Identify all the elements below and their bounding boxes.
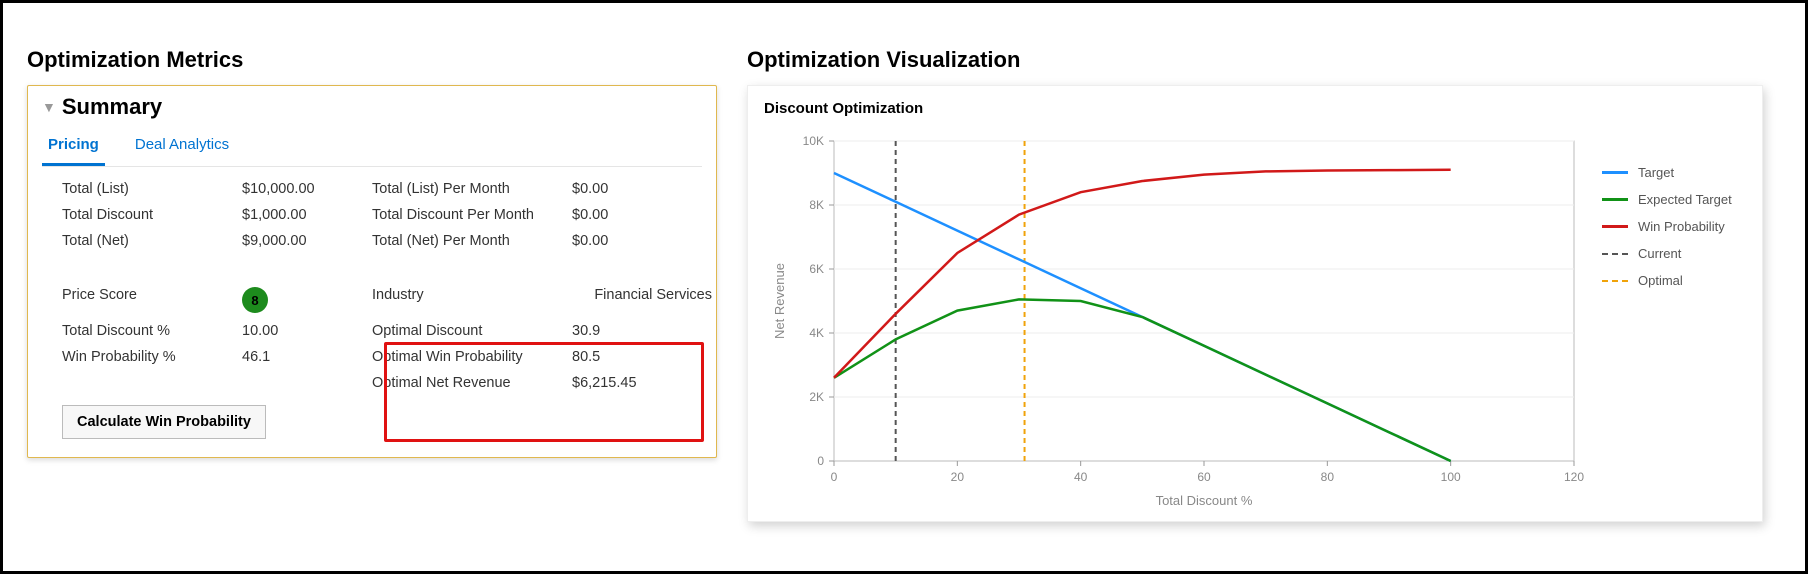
summary-card: ▼ Summary Pricing Deal Analytics Total (… <box>27 85 717 458</box>
legend-swatch-winprob <box>1602 225 1628 228</box>
svg-text:120: 120 <box>1564 470 1584 484</box>
legend-target: Target <box>1602 165 1732 180</box>
viz-panel-title: Optimization Visualization <box>747 47 1763 73</box>
total-list-pm-label: Total (List) Per Month <box>372 181 572 197</box>
metrics-panel-title: Optimization Metrics <box>27 47 717 73</box>
price-score-badge: 8 <box>242 287 268 313</box>
svg-text:0: 0 <box>831 470 838 484</box>
svg-text:Total Discount %: Total Discount % <box>1156 493 1253 508</box>
svg-text:Net Revenue: Net Revenue <box>772 263 787 339</box>
discount-optimization-chart: 0 2K 4K 6K 8K 10K 0 20 40 60 80 100 120 Total Discoun… <box>764 121 1584 511</box>
legend-swatch-target <box>1602 171 1628 174</box>
total-net-value: $9,000.00 <box>242 233 372 249</box>
svg-text:10K: 10K <box>803 134 824 148</box>
industry-value: Financial Services <box>572 287 712 313</box>
svg-text:20: 20 <box>951 470 965 484</box>
legend-optimal: Optimal <box>1602 273 1732 288</box>
win-prob-value: 46.1 <box>242 349 372 365</box>
svg-text:100: 100 <box>1441 470 1461 484</box>
viz-card: Discount Optimization 0 2K 4K 6K 8K 10K 0 20 40 6… <box>747 85 1763 522</box>
total-discount-pct-label: Total Discount % <box>62 323 242 339</box>
total-net-pm-label: Total (Net) Per Month <box>372 233 572 249</box>
svg-text:60: 60 <box>1197 470 1211 484</box>
price-score-label: Price Score <box>62 287 242 313</box>
total-net-label: Total (Net) <box>62 233 242 249</box>
legend-swatch-expected <box>1602 198 1628 201</box>
svg-text:0: 0 <box>817 454 824 468</box>
chart-title: Discount Optimization <box>764 100 1746 117</box>
legend-swatch-current <box>1602 253 1628 255</box>
total-discount-label: Total Discount <box>62 207 242 223</box>
svg-text:6K: 6K <box>809 262 824 276</box>
optimal-net-rev-value: $6,215.45 <box>572 375 712 391</box>
total-list-pm-value: $0.00 <box>572 181 712 197</box>
win-prob-label: Win Probability % <box>62 349 242 365</box>
legend-expected: Expected Target <box>1602 192 1732 207</box>
total-discount-pm-value: $0.00 <box>572 207 712 223</box>
total-discount-pm-label: Total Discount Per Month <box>372 207 572 223</box>
price-score-value: 8 <box>242 287 372 313</box>
tab-deal-analytics[interactable]: Deal Analytics <box>129 126 235 166</box>
legend-current: Current <box>1602 246 1732 261</box>
legend-label-expected: Expected Target <box>1638 192 1732 207</box>
legend-label-current: Current <box>1638 246 1681 261</box>
svg-text:40: 40 <box>1074 470 1088 484</box>
summary-title: Summary <box>62 94 162 120</box>
optimal-win-prob-value: 80.5 <box>572 349 712 365</box>
chart-legend: Target Expected Target Win Probability C… <box>1602 165 1732 300</box>
optimal-discount-value: 30.9 <box>572 323 712 339</box>
total-discount-value: $1,000.00 <box>242 207 372 223</box>
optimal-win-prob-label: Optimal Win Probability <box>372 349 572 365</box>
svg-text:80: 80 <box>1321 470 1335 484</box>
total-discount-pct-value: 10.00 <box>242 323 372 339</box>
optimal-net-rev-label: Optimal Net Revenue <box>372 375 572 391</box>
legend-label-winprob: Win Probability <box>1638 219 1725 234</box>
disclosure-icon[interactable]: ▼ <box>42 99 56 115</box>
optimal-discount-label: Optimal Discount <box>372 323 572 339</box>
legend-label-target: Target <box>1638 165 1674 180</box>
industry-label: Industry <box>372 287 572 313</box>
legend-label-optimal: Optimal <box>1638 273 1683 288</box>
svg-text:2K: 2K <box>809 390 824 404</box>
total-list-value: $10,000.00 <box>242 181 372 197</box>
tab-pricing[interactable]: Pricing <box>42 126 105 166</box>
svg-text:8K: 8K <box>809 198 824 212</box>
metrics-grid: Total (List) $10,000.00 Total (List) Per… <box>42 181 702 391</box>
calculate-win-probability-button[interactable]: Calculate Win Probability <box>62 405 266 439</box>
total-list-label: Total (List) <box>62 181 242 197</box>
legend-winprob: Win Probability <box>1602 219 1732 234</box>
summary-tabs: Pricing Deal Analytics <box>42 126 702 167</box>
legend-swatch-optimal <box>1602 280 1628 282</box>
total-net-pm-value: $0.00 <box>572 233 712 249</box>
svg-text:4K: 4K <box>809 326 824 340</box>
